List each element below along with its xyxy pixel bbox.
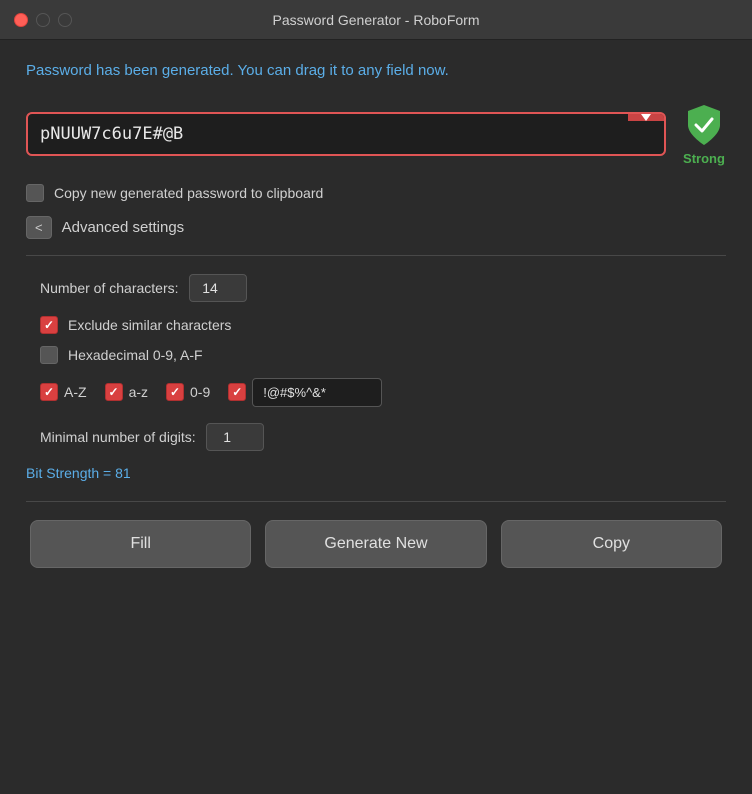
special-option: ✓ (228, 378, 382, 407)
az-lower-label: a-z (129, 384, 148, 400)
digits-checkmark-icon: ✓ (170, 385, 180, 399)
password-dropdown-button[interactable] (628, 114, 664, 121)
close-button[interactable] (14, 13, 28, 27)
min-digits-row: Minimal number of digits: (40, 423, 726, 451)
special-checkmark-icon: ✓ (232, 385, 242, 399)
exclude-similar-checkbox[interactable]: ✓ (40, 316, 58, 334)
divider-top (26, 255, 726, 256)
shield-icon (682, 103, 726, 147)
az-option: ✓ A-Z (40, 383, 87, 401)
title-bar: Password Generator - RoboForm (0, 0, 752, 40)
strength-label: Strong (683, 151, 725, 166)
az-checkmark-icon: ✓ (44, 385, 54, 399)
min-digits-input[interactable] (206, 423, 264, 451)
minimize-button[interactable] (36, 13, 50, 27)
hexadecimal-label: Hexadecimal 0-9, A-F (68, 347, 203, 363)
status-message: Password has been generated. You can dra… (26, 60, 726, 83)
clipboard-label: Copy new generated password to clipboard (54, 185, 323, 201)
digits-checkbox[interactable]: ✓ (166, 383, 184, 401)
main-content: Password has been generated. You can dra… (0, 40, 752, 588)
num-characters-row: Number of characters: (40, 274, 726, 302)
clipboard-checkbox-row: Copy new generated password to clipboard (26, 184, 726, 202)
az-lower-option: ✓ a-z (105, 383, 148, 401)
digits-label: 0-9 (190, 384, 210, 400)
maximize-button[interactable] (58, 13, 72, 27)
clipboard-checkbox[interactable] (26, 184, 44, 202)
hexadecimal-row: Hexadecimal 0-9, A-F (40, 346, 726, 364)
bit-strength: Bit Strength = 81 (26, 465, 726, 481)
password-input[interactable] (28, 114, 628, 154)
checkmark-icon: ✓ (44, 318, 54, 332)
special-checkbox[interactable]: ✓ (228, 383, 246, 401)
special-chars-input[interactable] (252, 378, 382, 407)
hexadecimal-checkbox[interactable] (40, 346, 58, 364)
window-title: Password Generator - RoboForm (273, 12, 480, 28)
num-characters-input[interactable] (189, 274, 247, 302)
char-options-row: ✓ A-Z ✓ a-z ✓ 0-9 ✓ (40, 378, 726, 407)
password-field-wrapper (26, 112, 666, 156)
generate-button[interactable]: Generate New (265, 520, 486, 568)
advanced-label: Advanced settings (62, 219, 185, 236)
az-lower-checkmark-icon: ✓ (109, 385, 119, 399)
exclude-similar-label: Exclude similar characters (68, 317, 231, 333)
copy-button[interactable]: Copy (501, 520, 722, 568)
min-digits-label: Minimal number of digits: (40, 429, 196, 445)
settings-section: Number of characters: ✓ Exclude similar … (26, 274, 726, 451)
traffic-lights (14, 13, 72, 27)
az-label: A-Z (64, 384, 87, 400)
az-checkbox[interactable]: ✓ (40, 383, 58, 401)
exclude-similar-row: ✓ Exclude similar characters (40, 316, 726, 334)
chevron-down-icon (641, 114, 651, 121)
footer-buttons: Fill Generate New Copy (26, 520, 726, 568)
advanced-toggle-button[interactable]: < (26, 216, 52, 239)
divider-bottom (26, 501, 726, 502)
fill-button[interactable]: Fill (30, 520, 251, 568)
advanced-row: < Advanced settings (26, 216, 726, 239)
az-lower-checkbox[interactable]: ✓ (105, 383, 123, 401)
strength-indicator: Strong (682, 103, 726, 166)
password-row: Strong (26, 103, 726, 166)
digits-option: ✓ 0-9 (166, 383, 210, 401)
num-characters-label: Number of characters: (40, 280, 179, 296)
